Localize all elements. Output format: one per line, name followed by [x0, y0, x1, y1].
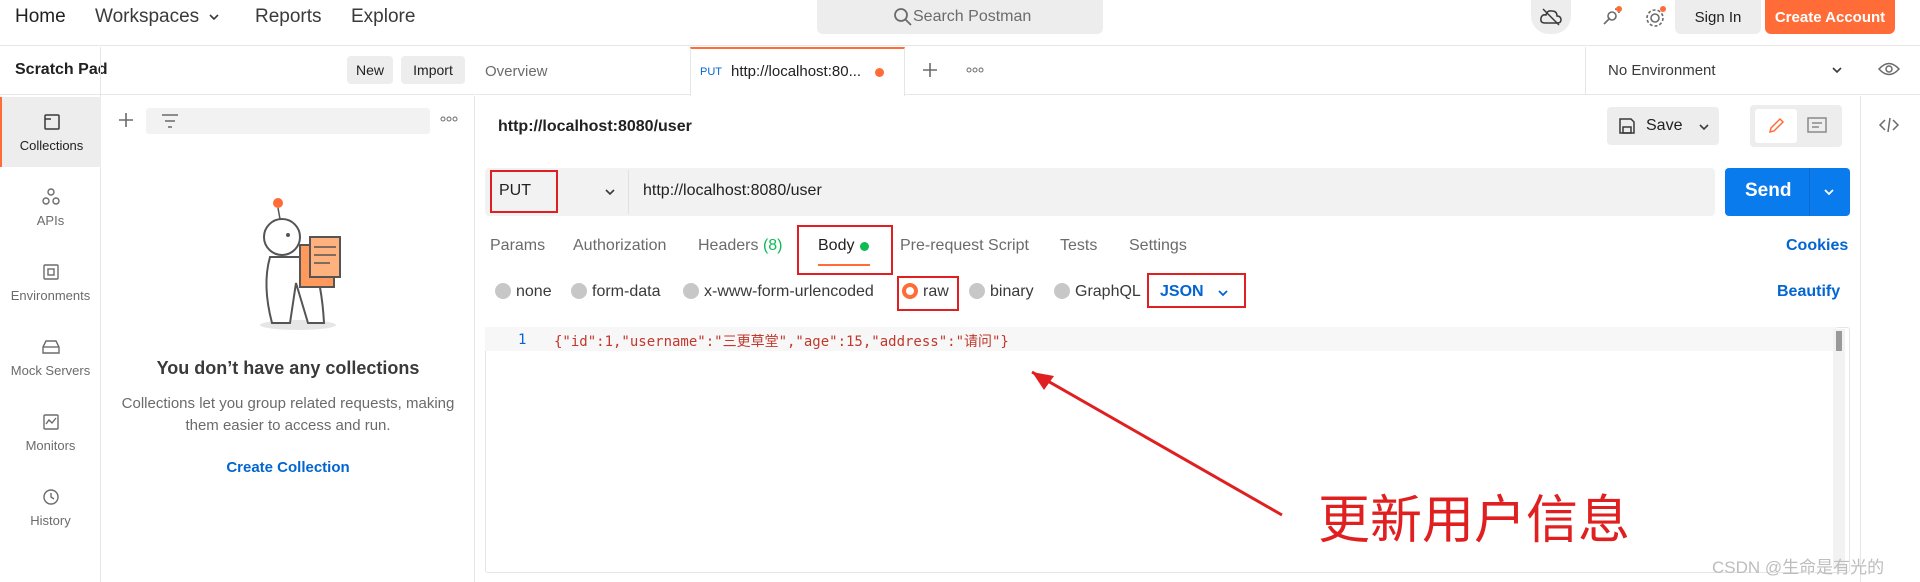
create-collection-link[interactable]: Create Collection [101, 459, 475, 476]
sidebar-item-mock-servers[interactable]: Mock Servers [0, 322, 101, 392]
sidebar-item-label: Collections [19, 137, 84, 153]
comment-icon[interactable] [1806, 116, 1828, 136]
sidebar-item-environments[interactable]: Environments [0, 247, 101, 317]
nav-reports[interactable]: Reports [255, 0, 322, 34]
tab-params[interactable]: Params [490, 237, 545, 255]
tab-url-label: http://localhost:80... [731, 63, 862, 80]
import-button[interactable]: Import [401, 56, 465, 84]
settings-gear-icon[interactable] [1643, 5, 1667, 29]
new-tab-icon[interactable] [920, 60, 940, 80]
nav-home[interactable]: Home [15, 0, 66, 34]
edit-mode-button[interactable] [1755, 109, 1797, 143]
radio-graphql[interactable] [1054, 283, 1070, 299]
add-icon[interactable] [116, 110, 136, 130]
cloud-off-icon [1540, 8, 1562, 26]
tab-settings[interactable]: Settings [1129, 237, 1187, 255]
watermark: CSDN @生命是有光的 [1712, 558, 1885, 577]
empty-state-description: Collections let you group related reques… [121, 395, 455, 434]
nav-workspaces[interactable]: Workspaces [95, 0, 221, 34]
collections-icon [43, 113, 60, 130]
nav-workspaces-label: Workspaces [95, 6, 200, 27]
code-icon[interactable] [1878, 116, 1900, 134]
tab-tests[interactable]: Tests [1060, 237, 1097, 255]
empty-state-title: You don’t have any collections [156, 358, 420, 378]
unsaved-indicator [875, 68, 884, 77]
radio-binary[interactable] [969, 283, 985, 299]
tab-method-badge: PUT [700, 66, 722, 78]
sidebar-item-label: APIs [36, 212, 65, 228]
radio-urlencoded[interactable] [683, 283, 699, 299]
save-icon [1617, 116, 1637, 136]
editor-scroll-thumb[interactable] [1836, 331, 1842, 351]
annotation-text: 更新用户信息 [1318, 491, 1631, 551]
sidebar-item-label: Environments [10, 287, 91, 303]
monitors-icon [42, 413, 59, 430]
raw-highlight-box [897, 276, 959, 311]
radio-none[interactable] [495, 283, 511, 299]
sidebar-item-label: Monitors [25, 437, 76, 453]
create-account-button[interactable]: Create Account [1765, 0, 1895, 34]
sidebar-item-apis[interactable]: APIs [0, 172, 101, 242]
nav-explore[interactable]: Explore [351, 0, 415, 34]
history-icon [42, 488, 59, 505]
tab-headers-label: Headers [698, 237, 759, 254]
tab-pre-request-script[interactable]: Pre-request Script [900, 237, 1029, 255]
sidebar-item-label: History [30, 512, 71, 528]
sign-in-button[interactable]: Sign In [1675, 0, 1761, 34]
environments-icon [42, 263, 59, 280]
save-options-icon[interactable] [1697, 120, 1711, 134]
url-input[interactable]: http://localhost:8080/user [643, 182, 822, 200]
astronaut-illustration [238, 195, 358, 335]
sync-status[interactable] [1531, 0, 1571, 34]
body-highlight-box [797, 225, 893, 275]
option-binary-label: binary [990, 283, 1034, 300]
chevron-down-icon [209, 14, 219, 21]
search-placeholder: Search Postman [913, 8, 1032, 25]
tab-authorization[interactable]: Authorization [573, 237, 666, 255]
chevron-down-icon [1830, 63, 1844, 77]
collections-panel [101, 96, 475, 582]
editor-scrollbar[interactable] [1833, 329, 1845, 569]
satellite-icon[interactable] [1600, 6, 1622, 28]
annotation-arrow [1031, 370, 1283, 517]
send-label: Send [1745, 180, 1792, 201]
search-icon [894, 8, 912, 26]
new-button[interactable]: New [347, 56, 393, 84]
sidebar-item-label: Mock Servers [10, 362, 91, 378]
body-code[interactable]: {"id":1,"username":"三更草堂","age":15,"addr… [554, 331, 1009, 351]
mock-servers-icon [41, 339, 60, 354]
environment-label: No Environment [1608, 62, 1716, 79]
save-label: Save [1646, 117, 1683, 134]
chevron-down-icon [603, 185, 617, 199]
eye-icon[interactable] [1878, 60, 1900, 78]
send-options-icon[interactable] [1822, 185, 1836, 199]
right-context-bar [1860, 96, 1920, 582]
sidebar-item-history[interactable]: History [0, 472, 101, 542]
filter-icon [160, 112, 180, 130]
tab-headers[interactable]: Headers (8) [698, 237, 783, 255]
send-divider [1809, 168, 1810, 216]
method-highlight-box [490, 170, 558, 213]
headers-count: (8) [762, 237, 783, 254]
option-graphql-label: GraphQL [1075, 283, 1141, 300]
tab-more-icon[interactable] [966, 65, 984, 75]
filter-input[interactable] [146, 108, 430, 134]
apis-icon [41, 187, 60, 205]
json-highlight-box [1147, 273, 1246, 308]
more-options-icon[interactable] [440, 114, 458, 124]
option-urlencoded-label: x-www-form-urlencoded [704, 283, 874, 300]
line-number: 1 [518, 332, 527, 348]
pencil-icon [1768, 117, 1785, 134]
sidebar-item-collections[interactable]: Collections [0, 97, 101, 167]
radio-form-data[interactable] [571, 283, 587, 299]
request-title: http://localhost:8080/user [498, 118, 692, 135]
option-form-data-label: form-data [592, 283, 661, 300]
beautify-link[interactable]: Beautify [1777, 283, 1840, 301]
tab-overview[interactable]: Overview [485, 63, 548, 80]
sidebar-item-monitors[interactable]: Monitors [0, 397, 101, 467]
option-none-label: none [516, 283, 552, 300]
search-bar[interactable]: Search Postman [817, 0, 1103, 34]
cookies-link[interactable]: Cookies [1786, 237, 1848, 255]
